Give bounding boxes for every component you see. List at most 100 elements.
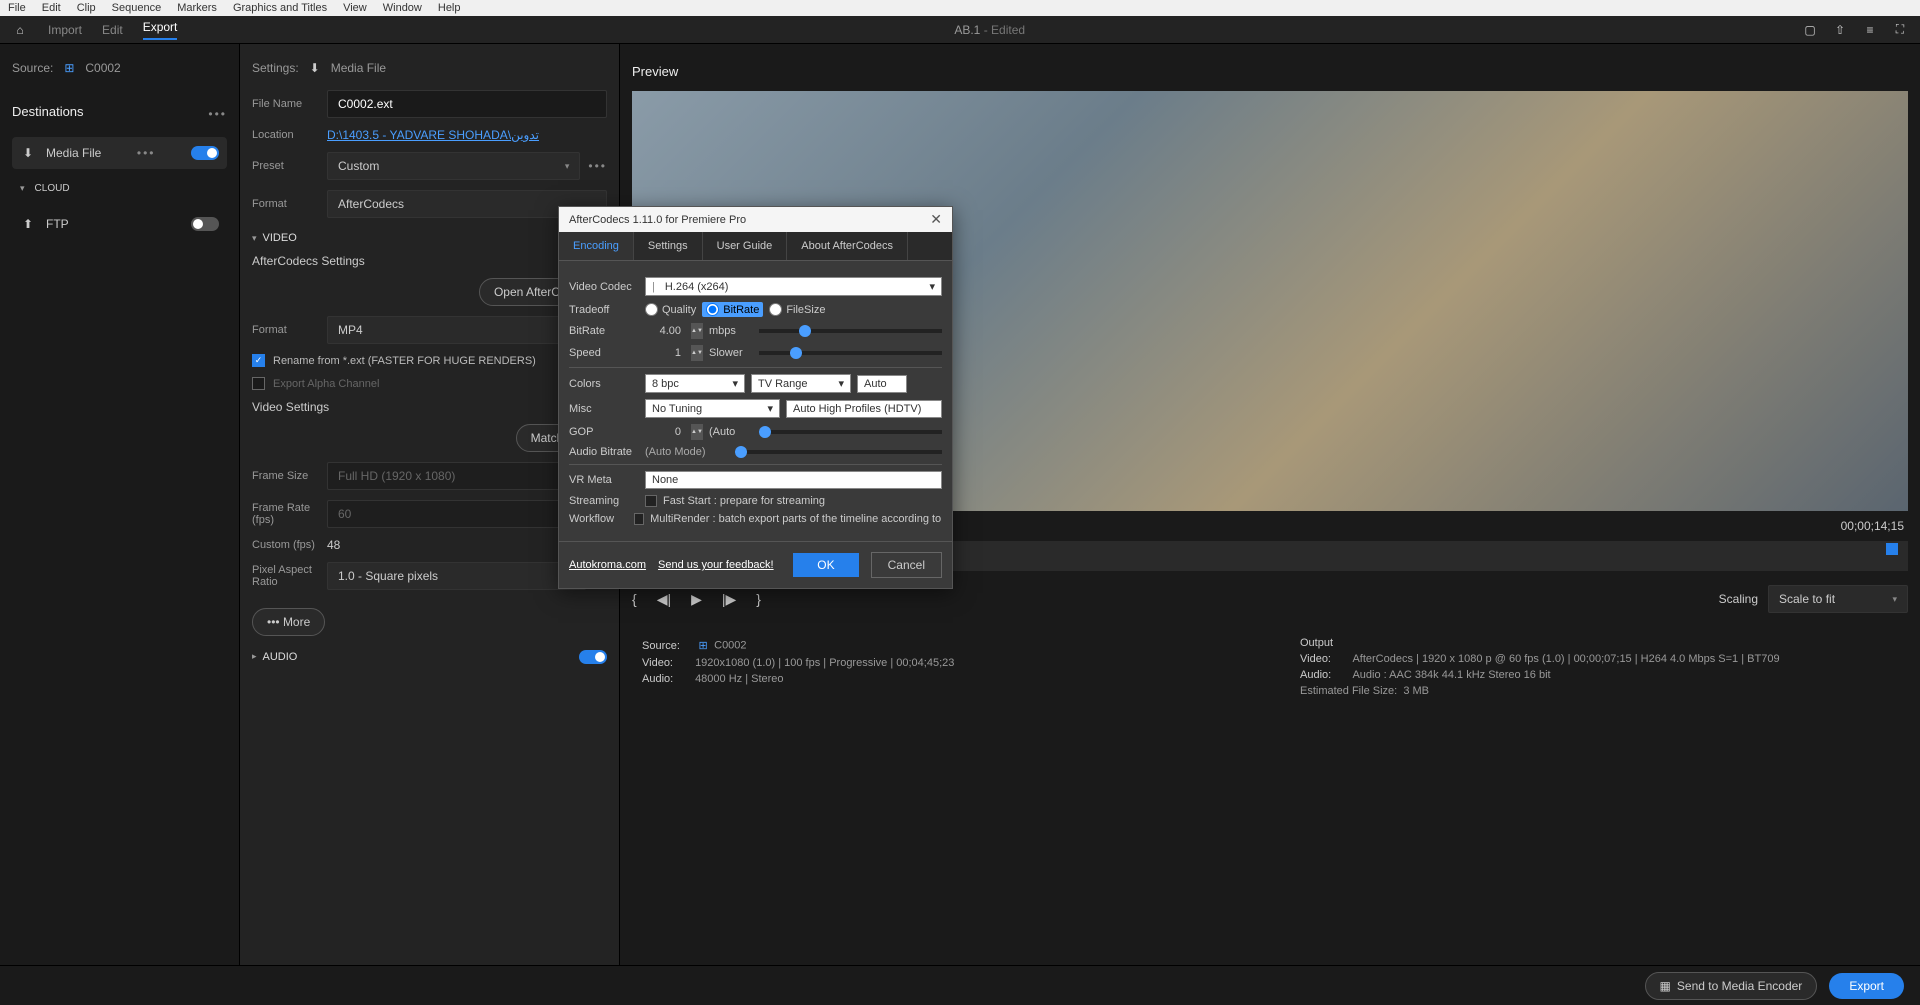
- home-icon[interactable]: ⌂: [12, 22, 28, 38]
- location-link[interactable]: D:\1403.5 - YADVARE SHOHADA\تدوين: [327, 128, 539, 142]
- mark-out-button[interactable]: }: [756, 591, 761, 607]
- destinations-menu[interactable]: •••: [208, 107, 227, 121]
- preset-select[interactable]: Custom▾: [327, 152, 580, 180]
- bottom-bar: ▦Send to Media Encoder Export: [0, 965, 1920, 1005]
- mark-in-button[interactable]: {: [632, 591, 637, 607]
- feedback-link[interactable]: Send us your feedback!: [658, 559, 774, 571]
- modal-title: AfterCodecs 1.11.0 for Premiere Pro: [569, 214, 746, 226]
- dest-ftp-label: FTP: [46, 217, 69, 231]
- range-select[interactable]: TV Range▾: [751, 374, 851, 393]
- menu-help[interactable]: Help: [438, 2, 461, 14]
- speed-label: Speed: [569, 347, 639, 359]
- file-name-input[interactable]: [327, 90, 607, 118]
- dest-media-toggle[interactable]: [191, 146, 219, 160]
- aftercodecs-modal: AfterCodecs 1.11.0 for Premiere Pro ✕ Enc…: [558, 206, 953, 589]
- audio-toggle[interactable]: [579, 650, 607, 664]
- workflow-desc: MultiRender : batch export parts of the …: [650, 513, 942, 525]
- tab-about[interactable]: About AfterCodecs: [787, 232, 908, 260]
- source-name: C0002: [85, 61, 120, 75]
- dest-cloud[interactable]: ▾ CLOUD: [12, 175, 227, 202]
- frame-size-label: Frame Size: [252, 470, 327, 482]
- radio-filesize[interactable]: FileSize: [769, 303, 825, 316]
- export-button[interactable]: Export: [1829, 973, 1904, 999]
- menu-graphics[interactable]: Graphics and Titles: [233, 2, 327, 14]
- preset-menu[interactable]: •••: [588, 159, 607, 173]
- menu-file[interactable]: File: [8, 2, 26, 14]
- bitrate-unit: mbps: [709, 325, 749, 337]
- colors-auto-input[interactable]: [857, 375, 907, 393]
- audio-bitrate-value: (Auto Mode): [645, 446, 725, 458]
- colors-label: Colors: [569, 378, 639, 390]
- profile-input[interactable]: [786, 400, 942, 418]
- destinations-heading: Destinations: [12, 104, 84, 119]
- audio-section-header[interactable]: ▸AUDIO: [252, 650, 607, 664]
- close-icon[interactable]: ✕: [930, 211, 942, 228]
- workflow-checkbox[interactable]: [634, 513, 644, 525]
- bitrate-stepper[interactable]: ▲▼: [691, 323, 703, 339]
- streaming-checkbox[interactable]: [645, 495, 657, 507]
- misc-label: Misc: [569, 403, 639, 415]
- gop-value: 0: [645, 426, 681, 438]
- gop-slider[interactable]: [759, 430, 942, 434]
- vr-meta-label: VR Meta: [569, 474, 639, 486]
- scaling-label: Scaling: [1719, 592, 1758, 606]
- menu-clip[interactable]: Clip: [77, 2, 96, 14]
- menu-sequence[interactable]: Sequence: [112, 2, 162, 14]
- tradeoff-label: Tradeoff: [569, 304, 639, 316]
- video-codec-label: Video Codec: [569, 281, 639, 293]
- vr-meta-select[interactable]: None: [645, 471, 942, 489]
- speed-stepper[interactable]: ▲▼: [691, 345, 703, 361]
- media-encoder-icon: ▦: [1660, 979, 1671, 993]
- video-section-header[interactable]: ▾VIDEO: [252, 232, 607, 244]
- dest-media-menu[interactable]: •••: [137, 146, 156, 160]
- video-codec-select[interactable]: |H.264 (x264)▾: [645, 277, 942, 296]
- bitrate-label: BitRate: [569, 325, 639, 337]
- play-button[interactable]: ▶: [691, 591, 702, 608]
- rename-checkbox[interactable]: ✓: [252, 354, 265, 367]
- more-button[interactable]: ••• More: [252, 608, 325, 636]
- file-name-label: File Name: [252, 98, 327, 110]
- menu-window[interactable]: Window: [383, 2, 422, 14]
- panel-icon[interactable]: ≡: [1862, 22, 1878, 38]
- alpha-checkbox[interactable]: [252, 377, 265, 390]
- bpc-select[interactable]: 8 bpc▾: [645, 374, 745, 393]
- send-to-encoder-button[interactable]: ▦Send to Media Encoder: [1645, 972, 1818, 1000]
- tab-export[interactable]: Export: [143, 20, 178, 40]
- bitrate-slider[interactable]: [759, 329, 942, 333]
- timeline-out-marker[interactable]: [1886, 543, 1898, 555]
- audio-bitrate-slider[interactable]: [735, 450, 942, 454]
- tab-user-guide[interactable]: User Guide: [703, 232, 788, 260]
- radio-bitrate[interactable]: BitRate: [702, 302, 763, 317]
- dest-ftp-toggle[interactable]: [191, 217, 219, 231]
- ok-button[interactable]: OK: [793, 553, 858, 577]
- dest-ftp[interactable]: ⬆ FTP: [12, 208, 227, 240]
- cancel-button[interactable]: Cancel: [871, 552, 942, 578]
- autokroma-link[interactable]: Autokroma.com: [569, 559, 646, 571]
- menu-edit[interactable]: Edit: [42, 2, 61, 14]
- step-fwd-button[interactable]: |▶: [722, 591, 736, 608]
- workspace-icon[interactable]: ▢: [1802, 22, 1818, 38]
- scaling-select[interactable]: Scale to fit▾: [1768, 585, 1908, 613]
- bitrate-value: 4.00: [645, 325, 681, 337]
- gop-stepper[interactable]: ▲▼: [691, 424, 703, 440]
- tab-encoding[interactable]: Encoding: [559, 232, 634, 260]
- par-select[interactable]: 1.0 - Square pixels▾: [327, 562, 586, 590]
- export-icon: ⬇: [20, 145, 36, 161]
- document-title: AB.1 - Edited: [197, 23, 1782, 37]
- menubar: File Edit Clip Sequence Markers Graphics…: [0, 0, 1920, 16]
- dest-media-file[interactable]: ⬇ Media File •••: [12, 137, 227, 169]
- speed-slider[interactable]: [759, 351, 942, 355]
- radio-quality[interactable]: Quality: [645, 303, 696, 316]
- step-back-button[interactable]: ◀|: [657, 591, 671, 608]
- menu-view[interactable]: View: [343, 2, 367, 14]
- tab-settings[interactable]: Settings: [634, 232, 703, 260]
- format-label: Format: [252, 198, 327, 210]
- audio-bitrate-label: Audio Bitrate: [569, 446, 639, 458]
- tuning-select[interactable]: No Tuning▾: [645, 399, 780, 418]
- tab-edit[interactable]: Edit: [102, 23, 123, 37]
- source-label: Source:: [12, 61, 53, 75]
- tab-import[interactable]: Import: [48, 23, 82, 37]
- menu-markers[interactable]: Markers: [177, 2, 217, 14]
- share-icon[interactable]: ⇧: [1832, 22, 1848, 38]
- fullscreen-icon[interactable]: ⛶: [1892, 22, 1908, 38]
